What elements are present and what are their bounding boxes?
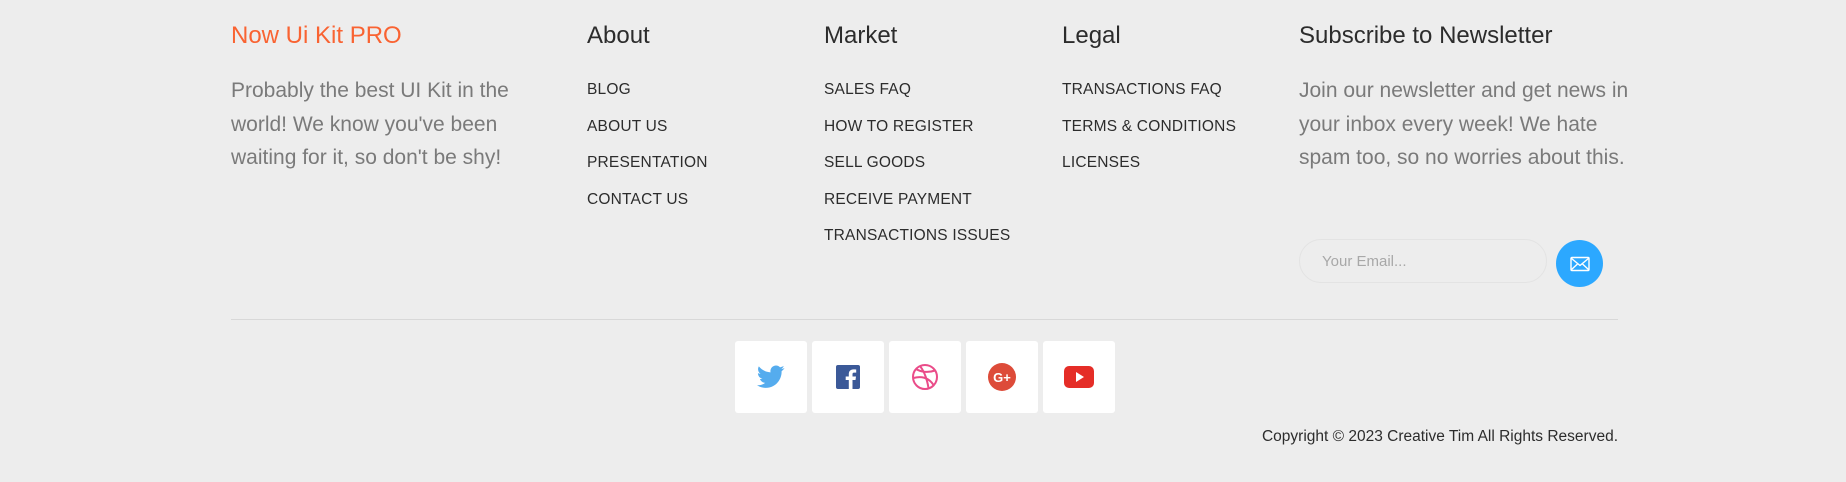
about-links: BLOG ABOUT US PRESENTATION CONTACT US <box>587 80 708 226</box>
newsletter-description: Join our newsletter and get news in your… <box>1299 79 1629 169</box>
google-plus-icon: G+ <box>988 363 1016 391</box>
envelope-icon <box>1569 256 1590 272</box>
footer-divider <box>231 319 1618 320</box>
market-link-receive-payment[interactable]: RECEIVE PAYMENT <box>824 191 972 208</box>
email-input[interactable] <box>1299 239 1547 283</box>
list-item: SALES FAQ <box>824 80 1010 117</box>
list-item: TRANSACTIONS ISSUES <box>824 226 1010 263</box>
list-item: CONTACT US <box>587 190 708 227</box>
twitter-button[interactable] <box>735 341 807 413</box>
about-link-contact-us[interactable]: CONTACT US <box>587 191 688 208</box>
list-item: BLOG <box>587 80 708 117</box>
brand-description: Probably the best UI Kit in the world! W… <box>231 79 509 169</box>
google-plus-button[interactable]: G+ <box>966 341 1038 413</box>
youtube-button[interactable] <box>1043 341 1115 413</box>
market-link-transactions-issues[interactable]: TRANSACTIONS ISSUES <box>824 227 1010 244</box>
svg-text:G+: G+ <box>993 370 1011 385</box>
dribbble-icon <box>911 363 939 391</box>
facebook-icon <box>836 365 860 389</box>
copyright-text: Copyright © 2023 Creative Tim All Rights… <box>1261 428 1618 445</box>
list-item: TRANSACTIONS FAQ <box>1062 80 1236 117</box>
market-link-sell-goods[interactable]: SELL GOODS <box>824 154 925 171</box>
list-item: TERMS & CONDITIONS <box>1062 117 1236 154</box>
youtube-icon <box>1064 366 1094 388</box>
newsletter-title: Subscribe to Newsletter <box>1299 22 1553 49</box>
list-item: RECEIVE PAYMENT <box>824 190 1010 227</box>
market-title: Market <box>824 22 898 49</box>
list-item: SELL GOODS <box>824 153 1010 190</box>
social-buttons: G+ <box>735 341 1115 413</box>
legal-title: Legal <box>1062 22 1121 49</box>
market-link-how-to-register[interactable]: HOW TO REGISTER <box>824 118 974 135</box>
list-item: PRESENTATION <box>587 153 708 190</box>
list-item: ABOUT US <box>587 117 708 154</box>
facebook-button[interactable] <box>812 341 884 413</box>
about-link-presentation[interactable]: PRESENTATION <box>587 154 708 171</box>
legal-links: TRANSACTIONS FAQ TERMS & CONDITIONS LICE… <box>1062 80 1236 190</box>
twitter-icon <box>757 365 785 389</box>
about-title: About <box>587 22 650 49</box>
brand-title[interactable]: Now Ui Kit PRO <box>231 22 402 50</box>
subscribe-button[interactable] <box>1556 240 1603 287</box>
legal-link-licenses[interactable]: LICENSES <box>1062 154 1140 171</box>
legal-link-terms-conditions[interactable]: TERMS & CONDITIONS <box>1062 118 1236 135</box>
list-item: HOW TO REGISTER <box>824 117 1010 154</box>
about-link-blog[interactable]: BLOG <box>587 81 631 98</box>
legal-link-transactions-faq[interactable]: TRANSACTIONS FAQ <box>1062 81 1222 98</box>
market-links: SALES FAQ HOW TO REGISTER SELL GOODS REC… <box>824 80 1010 263</box>
list-item: LICENSES <box>1062 153 1236 190</box>
footer: Now Ui Kit PRO Probably the best UI Kit … <box>0 0 1846 482</box>
about-link-about-us[interactable]: ABOUT US <box>587 118 668 135</box>
market-link-sales-faq[interactable]: SALES FAQ <box>824 81 911 98</box>
dribbble-button[interactable] <box>889 341 961 413</box>
